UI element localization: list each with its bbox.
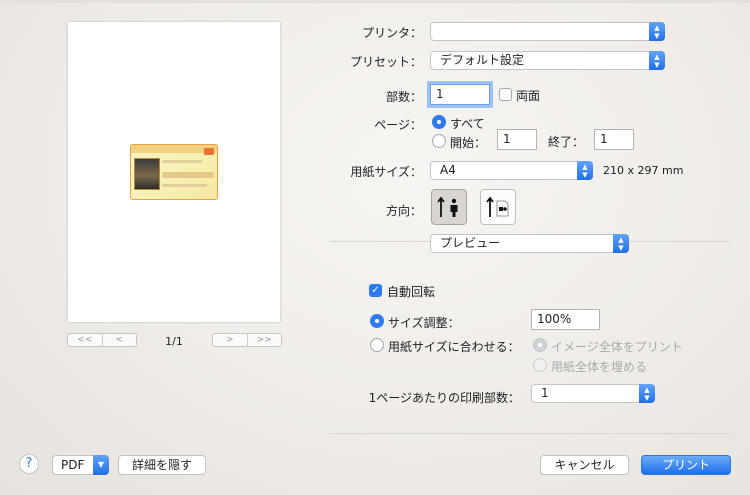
landscape-person-icon: [486, 196, 509, 217]
first-page-button[interactable]: <<: [68, 334, 102, 346]
chevron-updown-icon: ▲ ▼: [639, 384, 655, 403]
preview-nav-back-group: << <: [67, 333, 137, 347]
print-preview-page: [68, 22, 280, 322]
fit-paper-label: 用紙サイズに合わせる：: [388, 340, 520, 354]
scale-label: サイズ調整：: [388, 316, 460, 330]
footer-divider: [330, 433, 730, 434]
pages-label: ページ：: [374, 118, 422, 132]
chevron-updown-icon: ▲ ▼: [649, 22, 665, 41]
duplex-checkbox[interactable]: [499, 88, 512, 101]
preview-nav-forward-group: > >>: [212, 333, 282, 347]
chevron-updown-icon: ▲ ▼: [613, 234, 629, 253]
fit-paper-radio[interactable]: [370, 338, 384, 352]
preset-popup[interactable]: デフォルト設定 ▲ ▼: [430, 51, 665, 70]
chevron-down-icon: ▼: [93, 455, 109, 475]
section-popup[interactable]: プレビュー ▲ ▼: [430, 234, 629, 253]
chevron-updown-icon: ▲ ▼: [577, 161, 593, 180]
duplex-label: 両面: [516, 89, 541, 103]
paper-size-popup[interactable]: A4 ▲ ▼: [430, 161, 593, 180]
paper-size-label: 用紙サイズ：: [350, 165, 422, 179]
chevron-updown-icon: ▲ ▼: [649, 51, 665, 70]
orientation-label: 方向：: [385, 204, 422, 218]
previous-page-button[interactable]: <: [101, 334, 137, 346]
fit-fill-label: 用紙全体を埋める: [551, 360, 648, 374]
fit-print-all-label: イメージ全体をプリント: [551, 340, 683, 354]
print-button[interactable]: プリント: [641, 455, 731, 475]
printer-popup[interactable]: ▲ ▼: [430, 22, 665, 41]
last-page-button[interactable]: >>: [246, 334, 282, 346]
pages-all-label: すべて: [450, 117, 485, 131]
page-indicator: 1/1: [165, 335, 183, 348]
printer-label: プリンタ：: [361, 26, 422, 40]
paper-dimensions: 210 x 297 mm: [603, 164, 684, 177]
title-bar-edge: [0, 0, 750, 3]
scale-radio[interactable]: [370, 314, 384, 328]
pages-from-label: 開始：: [450, 136, 487, 150]
preview-image-id-card: [130, 144, 218, 200]
fit-print-all-radio[interactable]: [533, 338, 547, 352]
landscape-orientation-button[interactable]: [480, 189, 516, 225]
pdf-menu-button[interactable]: PDF ▼: [52, 455, 109, 475]
portrait-orientation-button[interactable]: [431, 189, 467, 225]
pages-from-field[interactable]: 1: [497, 129, 537, 150]
pages-to-label: 終了：: [548, 135, 585, 149]
auto-rotate-checkbox[interactable]: ✓: [369, 284, 382, 297]
per-page-popup[interactable]: 1 ▲ ▼: [531, 384, 655, 403]
per-page-label: 1ページあたりの印刷部数：: [368, 391, 520, 405]
hide-details-button[interactable]: 詳細を隠す: [118, 455, 206, 475]
pages-all-radio[interactable]: [432, 115, 446, 129]
preset-label: プリセット：: [349, 55, 422, 69]
pages-range-radio[interactable]: [432, 134, 446, 148]
next-page-button[interactable]: >: [213, 334, 247, 346]
pages-to-field[interactable]: 1: [594, 129, 634, 150]
copies-label: 部数：: [385, 90, 422, 104]
help-button[interactable]: ?: [19, 454, 39, 474]
auto-rotate-label: 自動回転: [387, 285, 436, 299]
fit-fill-radio[interactable]: [533, 358, 547, 372]
portrait-person-icon: [437, 196, 458, 217]
cancel-button[interactable]: キャンセル: [540, 455, 629, 475]
scale-field[interactable]: 100%: [531, 309, 600, 330]
copies-field[interactable]: 1: [430, 84, 490, 105]
